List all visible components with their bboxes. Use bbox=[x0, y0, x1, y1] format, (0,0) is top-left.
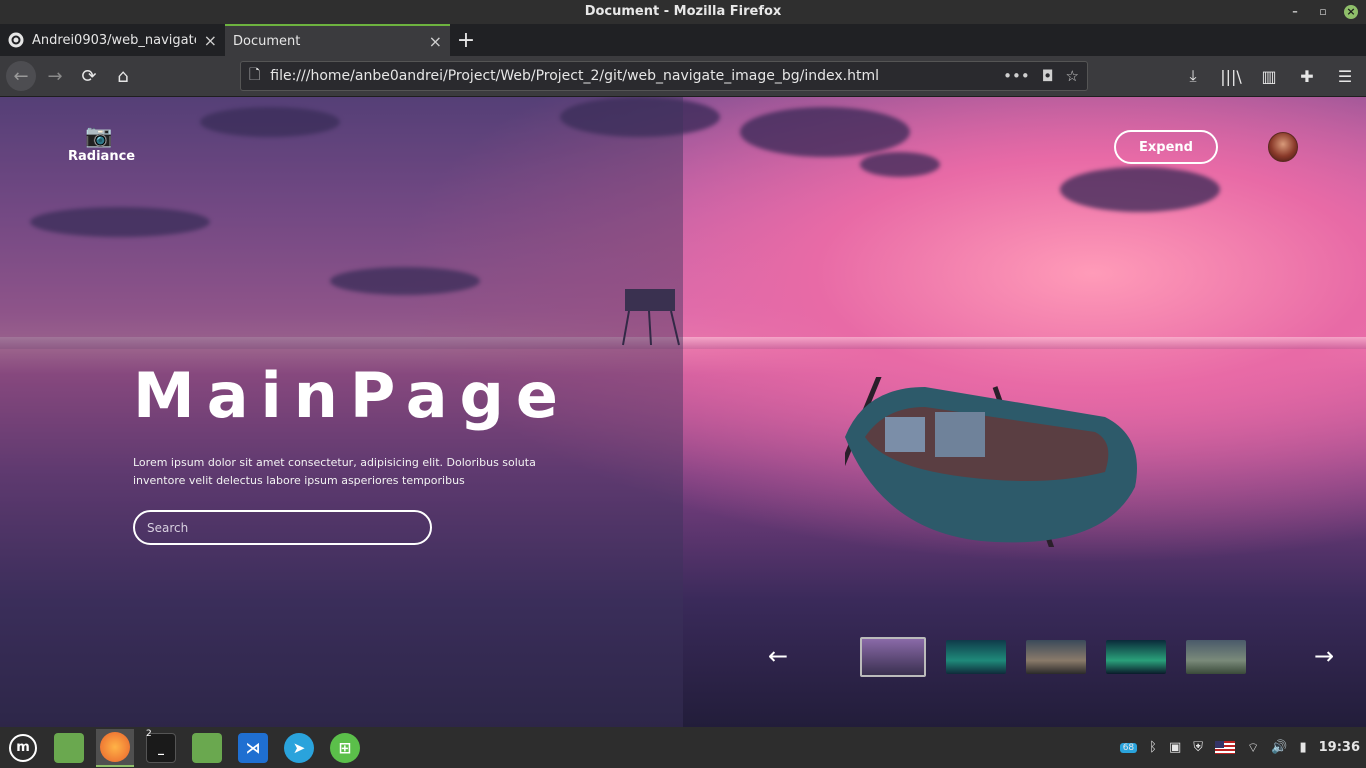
grid-app-icon: ⊞ bbox=[330, 732, 360, 763]
shield-icon[interactable]: ⛨ bbox=[1193, 740, 1203, 755]
tab-title: Document bbox=[233, 33, 301, 49]
library-icon[interactable]: |||\ bbox=[1216, 61, 1246, 91]
battery-icon[interactable]: ▮ bbox=[1299, 740, 1306, 755]
home-button[interactable]: ⌂ bbox=[108, 61, 138, 91]
mint-menu-button[interactable]: m bbox=[4, 729, 42, 767]
cloud-shape bbox=[740, 107, 910, 157]
taskbar-vscode-button[interactable]: ⋊ bbox=[234, 729, 272, 767]
taskbar-app-button[interactable]: ⊞ bbox=[326, 729, 364, 767]
thumbnail-lake-mountain[interactable] bbox=[1026, 640, 1086, 674]
cloud-shape bbox=[1060, 167, 1220, 212]
more-icon[interactable]: ••• bbox=[1003, 67, 1030, 85]
menu-icon[interactable]: ☰ bbox=[1330, 61, 1360, 91]
thumbnail-valley[interactable] bbox=[1186, 640, 1246, 674]
brand-logo[interactable]: 📷 Radiance bbox=[68, 124, 136, 165]
system-tray: 68 ᛒ ▣ ⛨ ⌔ 🔊 ▮ 19:36 bbox=[1119, 727, 1360, 768]
tab-document[interactable]: Document × bbox=[225, 24, 450, 56]
folder-icon bbox=[192, 732, 222, 763]
avatar[interactable] bbox=[1268, 132, 1298, 162]
toolbar-right: ⤓ |||\ ▥ ✚ ☰ bbox=[1178, 61, 1360, 91]
extensions-icon[interactable]: ✚ bbox=[1292, 61, 1322, 91]
taskbar-telegram-button[interactable]: ➤ bbox=[280, 729, 318, 767]
thumbnail-strip bbox=[860, 637, 1246, 677]
clipboard-icon[interactable]: ▣ bbox=[1169, 740, 1181, 755]
new-tab-button[interactable]: + bbox=[450, 24, 482, 56]
telegram-icon: ➤ bbox=[284, 732, 314, 763]
web-page: 📷 Radiance Expend MainPage Lorem ipsum d… bbox=[0, 97, 1366, 727]
flag-us-icon[interactable] bbox=[1215, 741, 1236, 754]
forward-button[interactable]: → bbox=[40, 61, 70, 91]
taskbar-firefox-button[interactable] bbox=[96, 728, 134, 767]
back-button[interactable]: ← bbox=[6, 61, 36, 91]
navigation-bar: ← → ⟳ ⌂ 🗋 file:///home/anbe0andrei/Proje… bbox=[0, 56, 1366, 97]
window-count-badge: 2 bbox=[146, 728, 152, 739]
thumbnail-aurora-2[interactable] bbox=[1106, 640, 1166, 674]
taskbar-files-button[interactable] bbox=[50, 729, 88, 767]
tab-github[interactable]: Andrei0903/web_navigate_ × bbox=[0, 24, 225, 56]
volume-icon[interactable]: 🔊 bbox=[1271, 740, 1287, 755]
close-window-button[interactable]: × bbox=[1344, 5, 1358, 19]
page-icon: 🗋 bbox=[249, 67, 261, 83]
telegram-tray-icon[interactable]: 68 bbox=[1119, 742, 1138, 753]
taskbar-folder-button[interactable] bbox=[188, 729, 226, 767]
window-controls: – ▫ × bbox=[1288, 0, 1358, 24]
thumbnail-sunset-boat[interactable] bbox=[860, 637, 926, 677]
bluetooth-icon[interactable]: ᛒ bbox=[1149, 740, 1157, 755]
maximize-button[interactable]: ▫ bbox=[1316, 5, 1330, 19]
bookmark-star-icon[interactable]: ☆ bbox=[1066, 67, 1079, 85]
cloud-shape bbox=[860, 152, 940, 177]
pocket-icon[interactable]: ◘ bbox=[1042, 67, 1054, 85]
tab-bar: Andrei0903/web_navigate_ × Document × + bbox=[0, 24, 1366, 56]
folder-icon bbox=[54, 732, 84, 763]
github-icon bbox=[8, 32, 24, 48]
close-tab-icon[interactable]: × bbox=[204, 31, 217, 50]
vscode-icon: ⋊ bbox=[238, 732, 268, 763]
window-title: Document - Mozilla Firefox bbox=[584, 4, 782, 19]
wifi-icon[interactable]: ⌔ bbox=[1247, 740, 1259, 756]
firefox-icon bbox=[100, 731, 130, 762]
expend-button[interactable]: Expend bbox=[1114, 130, 1218, 164]
taskbar: m 2 _ ⋊ ➤ ⊞ 68 ᛒ ▣ ⛨ ⌔ 🔊 ▮ 19:36 bbox=[0, 727, 1366, 768]
search-input[interactable] bbox=[133, 510, 432, 545]
url-text[interactable]: file:///home/anbe0andrei/Project/Web/Pro… bbox=[270, 68, 993, 84]
reload-button[interactable]: ⟳ bbox=[74, 61, 104, 91]
page-description: Lorem ipsum dolor sit amet consectetur, … bbox=[133, 456, 536, 487]
mint-icon: m bbox=[9, 733, 37, 762]
prev-arrow-icon[interactable]: ← bbox=[768, 642, 788, 670]
sidebar-icon[interactable]: ▥ bbox=[1254, 61, 1284, 91]
thumbnail-aurora-1[interactable] bbox=[946, 640, 1006, 674]
window-titlebar: Document - Mozilla Firefox – ▫ × bbox=[0, 0, 1366, 24]
next-arrow-icon[interactable]: → bbox=[1314, 642, 1334, 670]
url-bar[interactable]: 🗋 file:///home/anbe0andrei/Project/Web/P… bbox=[240, 61, 1088, 91]
url-actions: ••• ◘ ☆ bbox=[1003, 67, 1079, 85]
brand-name: Radiance bbox=[68, 149, 136, 164]
clock[interactable]: 19:36 bbox=[1319, 740, 1360, 755]
battery-percent: 68 bbox=[1122, 742, 1135, 753]
camera-icon: 📷 bbox=[85, 124, 113, 149]
download-icon[interactable]: ⤓ bbox=[1178, 61, 1208, 91]
close-tab-icon[interactable]: × bbox=[429, 32, 442, 51]
taskbar-terminal-button[interactable]: 2 _ bbox=[142, 729, 180, 767]
minimize-button[interactable]: – bbox=[1288, 5, 1302, 19]
page-title: MainPage bbox=[133, 359, 570, 432]
boat-image bbox=[845, 377, 1137, 547]
tab-title: Andrei0903/web_navigate_ bbox=[32, 32, 196, 48]
